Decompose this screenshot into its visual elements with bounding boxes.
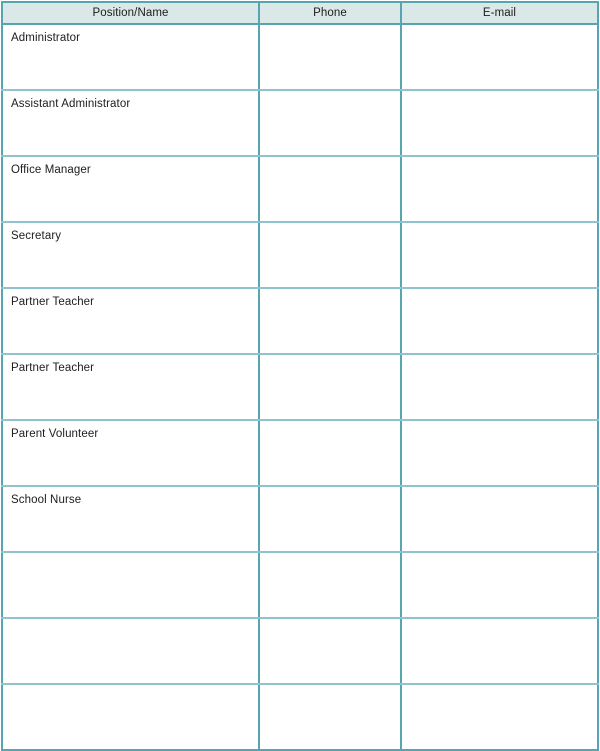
cell-value-phone-empty bbox=[260, 25, 400, 45]
cell-value-position: School Nurse bbox=[11, 494, 82, 506]
table-cell-email[interactable] bbox=[401, 552, 598, 619]
cell-value-phone-empty bbox=[260, 91, 400, 111]
table-cell-position[interactable]: Office Manager bbox=[2, 156, 260, 223]
cell-value-email-empty bbox=[402, 25, 597, 45]
table-cell-email[interactable] bbox=[401, 354, 598, 421]
cell-value-email-empty bbox=[402, 223, 597, 243]
table-row bbox=[2, 618, 598, 685]
cell-value-position: Office Manager bbox=[11, 164, 91, 176]
cell-value-position: Secretary bbox=[11, 230, 62, 242]
table-row bbox=[2, 684, 598, 750]
cell-value-position-empty bbox=[3, 619, 258, 639]
cell-value-phone-empty bbox=[260, 355, 400, 375]
table-cell-phone[interactable] bbox=[259, 552, 402, 619]
cell-value-phone-empty bbox=[260, 553, 400, 573]
table-row: Administrator bbox=[2, 24, 598, 91]
table-row: Office Manager bbox=[2, 156, 598, 223]
cell-value-position: Partner Teacher bbox=[11, 296, 95, 308]
table-cell-position[interactable]: Assistant Administrator bbox=[2, 90, 260, 157]
contact-information-table: Position/Name Phone E-mail Administrator… bbox=[1, 1, 599, 751]
table-cell-phone[interactable] bbox=[259, 618, 402, 685]
table-row: Parent Volunteer bbox=[2, 420, 598, 487]
cell-value-phone-empty bbox=[260, 289, 400, 309]
table-cell-phone[interactable] bbox=[259, 156, 402, 223]
table-cell-position[interactable] bbox=[2, 684, 260, 750]
cell-value-phone-empty bbox=[260, 157, 400, 177]
cell-value-phone-empty bbox=[260, 619, 400, 639]
table-header: Position/Name Phone E-mail bbox=[2, 2, 598, 25]
table-cell-email[interactable] bbox=[401, 156, 598, 223]
table-cell-phone[interactable] bbox=[259, 486, 402, 553]
table-cell-position[interactable]: Administrator bbox=[2, 24, 260, 91]
cell-value-email-empty bbox=[402, 157, 597, 177]
table-cell-phone[interactable] bbox=[259, 90, 402, 157]
column-header-phone: Phone bbox=[259, 2, 402, 25]
cell-value-position: Administrator bbox=[11, 32, 81, 44]
cell-value-email-empty bbox=[402, 553, 597, 573]
table-row: Assistant Administrator bbox=[2, 90, 598, 157]
cell-value-email-empty bbox=[402, 355, 597, 375]
table-row: Partner Teacher bbox=[2, 288, 598, 355]
table-row: Secretary bbox=[2, 222, 598, 289]
table-cell-email[interactable] bbox=[401, 222, 598, 289]
table-cell-email[interactable] bbox=[401, 486, 598, 553]
table-cell-phone[interactable] bbox=[259, 420, 402, 487]
cell-value-email-empty bbox=[402, 685, 597, 705]
table-body: Administrator Assistant Administrator Offi… bbox=[2, 24, 598, 750]
table-cell-position[interactable] bbox=[2, 618, 260, 685]
column-header-email: E-mail bbox=[401, 2, 598, 25]
cell-value-email-empty bbox=[402, 487, 597, 507]
cell-value-position: Assistant Administrator bbox=[11, 98, 131, 110]
table-cell-email[interactable] bbox=[401, 684, 598, 750]
table-header-row: Position/Name Phone E-mail bbox=[2, 2, 598, 25]
cell-value-position: Partner Teacher bbox=[11, 362, 95, 374]
cell-value-phone-empty bbox=[260, 487, 400, 507]
cell-value-email-empty bbox=[402, 289, 597, 309]
table-row bbox=[2, 552, 598, 619]
table-cell-position[interactable]: Parent Volunteer bbox=[2, 420, 260, 487]
table-cell-phone[interactable] bbox=[259, 288, 402, 355]
table-cell-position[interactable]: Secretary bbox=[2, 222, 260, 289]
table-cell-email[interactable] bbox=[401, 288, 598, 355]
table-cell-email[interactable] bbox=[401, 90, 598, 157]
cell-value-position-empty bbox=[3, 685, 258, 705]
table-row: Partner Teacher bbox=[2, 354, 598, 421]
table-cell-position[interactable]: Partner Teacher bbox=[2, 288, 260, 355]
table-cell-position[interactable]: Partner Teacher bbox=[2, 354, 260, 421]
table-row: School Nurse bbox=[2, 486, 598, 553]
contact-table-container: Position/Name Phone E-mail Administrator… bbox=[0, 0, 600, 751]
table-cell-position[interactable]: School Nurse bbox=[2, 486, 260, 553]
table-cell-email[interactable] bbox=[401, 420, 598, 487]
cell-value-email-empty bbox=[402, 421, 597, 441]
cell-value-email-empty bbox=[402, 91, 597, 111]
column-header-position-name: Position/Name bbox=[2, 2, 260, 25]
cell-value-phone-empty bbox=[260, 223, 400, 243]
table-cell-email[interactable] bbox=[401, 24, 598, 91]
cell-value-email-empty bbox=[402, 619, 597, 639]
table-cell-phone[interactable] bbox=[259, 354, 402, 421]
table-cell-phone[interactable] bbox=[259, 684, 402, 750]
table-cell-phone[interactable] bbox=[259, 222, 402, 289]
cell-value-phone-empty bbox=[260, 421, 400, 441]
table-cell-position[interactable] bbox=[2, 552, 260, 619]
table-cell-email[interactable] bbox=[401, 618, 598, 685]
cell-value-position-empty bbox=[3, 553, 258, 573]
cell-value-phone-empty bbox=[260, 685, 400, 705]
table-cell-phone[interactable] bbox=[259, 24, 402, 91]
cell-value-position: Parent Volunteer bbox=[11, 428, 99, 440]
